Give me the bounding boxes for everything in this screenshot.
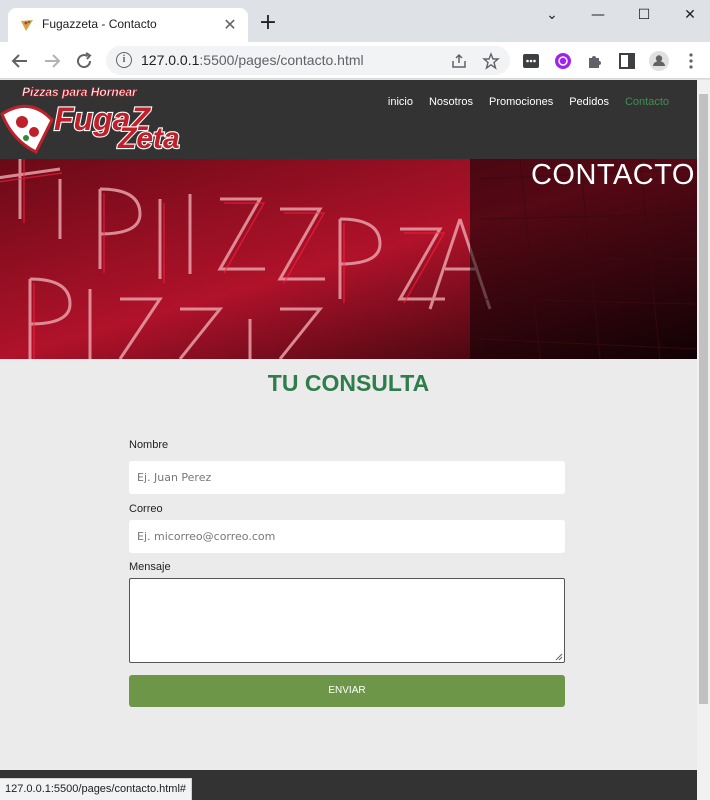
profile-avatar-icon[interactable] (647, 49, 671, 73)
nav-link-contacto[interactable]: Contacto (617, 96, 677, 108)
message-textarea[interactable] (129, 578, 565, 663)
browser-menu-icon[interactable] (679, 49, 703, 73)
email-input[interactable]: Ej. micorreo@correo.com (129, 520, 565, 553)
name-input[interactable]: Ej. Juan Perez (129, 461, 565, 494)
submit-button[interactable]: ENVIAR (129, 675, 565, 707)
extension-dots-icon[interactable] (519, 49, 543, 73)
main-nav: inicio Nosotros Promociones Pedidos Cont… (380, 96, 677, 108)
resize-grip-icon[interactable] (555, 653, 563, 661)
scrollbar-thumb[interactable] (699, 94, 708, 704)
nav-link-promociones[interactable]: Promociones (481, 96, 561, 108)
new-tab-button[interactable]: + (256, 12, 280, 36)
bookmark-star-icon[interactable] (482, 52, 500, 70)
reload-icon[interactable] (72, 49, 96, 73)
nav-link-inicio[interactable]: inicio (380, 96, 421, 108)
maximize-button[interactable]: ☐ (624, 4, 664, 26)
close-window-button[interactable]: ✕ (670, 4, 710, 26)
url-text: 127.0.0.1:5500/pages/contacto.html (141, 52, 364, 68)
tab-title: Fugazzeta - Contacto (42, 17, 157, 31)
logo-tagline: Pizzas para Hornear (22, 85, 138, 99)
address-bar[interactable]: i 127.0.0.1:5500/pages/contacto.html (106, 46, 510, 75)
tab-search-icon[interactable]: ⌄ (532, 4, 572, 26)
hero-title: CONTACTO (530, 159, 695, 191)
url-host: 127.0.0.1 (141, 52, 200, 68)
back-arrow-icon[interactable] (8, 49, 32, 73)
status-url-bubble: 127.0.0.1:5500/pages/contacto.html# (0, 778, 193, 800)
form-title: TU CONSULTA (267, 370, 430, 396)
nav-link-nosotros[interactable]: Nosotros (421, 96, 481, 108)
url-path: :5500/pages/contacto.html (199, 52, 364, 68)
forward-arrow-icon[interactable] (40, 49, 64, 73)
page-viewport: Pizzas para Hornear FugaZ Zeta inicio No… (0, 80, 697, 800)
logo-name-part-2: Zeta (117, 122, 180, 155)
nav-link-pedidos[interactable]: Pedidos (561, 96, 617, 108)
hero-banner: CONTACTO (0, 159, 697, 359)
browser-tab[interactable]: Fugazzeta - Contacto ✕ (8, 8, 248, 42)
fugazzeta-logo[interactable]: Pizzas para Hornear FugaZ Zeta (0, 80, 200, 159)
browser-titlebar: Fugazzeta - Contacto ✕ + ⌄ — ☐ ✕ (0, 0, 710, 42)
side-panel-icon[interactable] (615, 49, 639, 73)
tab-close-icon[interactable]: ✕ (220, 15, 240, 35)
message-label: Mensaje (129, 561, 171, 573)
extensions-puzzle-icon[interactable] (583, 49, 607, 73)
share-icon[interactable] (450, 52, 468, 70)
site-header: Pizzas para Hornear FugaZ Zeta inicio No… (0, 80, 697, 159)
minimize-button[interactable]: — (578, 4, 618, 26)
pizza-favicon-icon (21, 20, 33, 31)
page-scrollbar[interactable] (697, 80, 710, 800)
name-label: Nombre (129, 439, 169, 451)
site-info-icon[interactable]: i (116, 52, 132, 68)
browser-toolbar: i 127.0.0.1:5500/pages/contacto.html (0, 42, 710, 79)
extension-purple-icon[interactable] (551, 49, 575, 73)
email-label: Correo (129, 503, 163, 515)
